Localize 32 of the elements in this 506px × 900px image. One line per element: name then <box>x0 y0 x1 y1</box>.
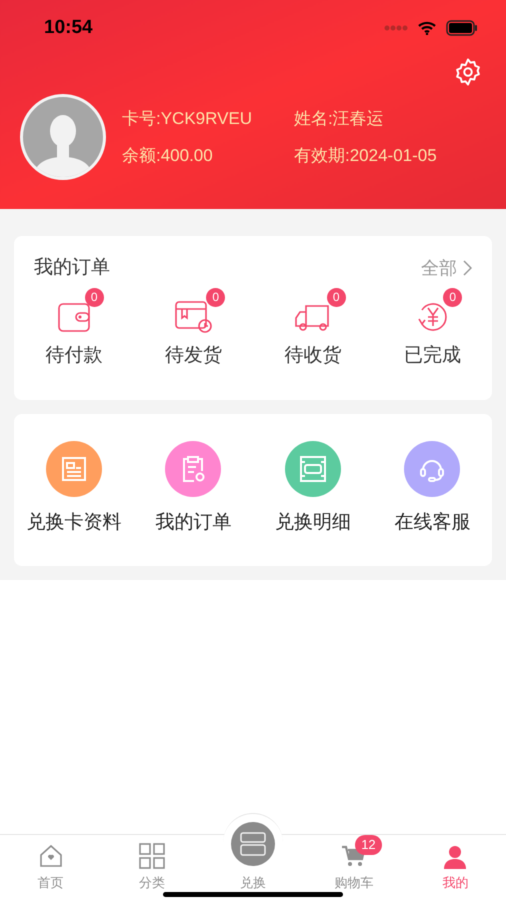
count-badge: 0 <box>326 288 346 306</box>
wifi-icon <box>418 21 436 35</box>
battery-icon <box>446 20 478 36</box>
service-button[interactable]: 在线客服 <box>372 441 492 538</box>
status-time: 10:54 <box>44 16 93 40</box>
home-icon <box>38 843 64 869</box>
count-badge: 0 <box>206 288 226 306</box>
service-button[interactable]: 我的订单 <box>134 441 253 538</box>
count-badge: 0 <box>84 288 104 306</box>
ticket-icon <box>240 832 266 856</box>
service-button[interactable]: 兑换卡资料 <box>14 441 134 538</box>
chevron-right-icon <box>463 260 472 276</box>
service-button[interactable]: 兑换明细 <box>253 441 372 538</box>
card-number: 卡号:YCK9RVEU <box>122 108 254 130</box>
balance: 余额:400.00 <box>122 145 214 167</box>
cart-count-badge: 12 <box>355 835 382 855</box>
order-status-button[interactable]: 0 已完成 <box>372 286 492 370</box>
expiry-date: 有效期:2024-01-05 <box>294 145 437 167</box>
signal-icon <box>384 25 408 31</box>
settings-icon <box>453 57 483 87</box>
user-icon <box>443 845 468 869</box>
member-name: 姓名:汪春运 <box>294 108 385 130</box>
banknote-icon <box>298 455 327 483</box>
grid-icon <box>138 843 165 869</box>
count-badge: 0 <box>443 288 462 306</box>
id-card-icon <box>60 456 87 482</box>
order-status-button[interactable]: 0 待收货 <box>253 286 372 370</box>
clipboard-icon <box>180 455 206 483</box>
tab-item[interactable]: 我的 <box>404 835 506 900</box>
orders-title: 我的订单 <box>34 256 110 280</box>
order-status-button[interactable]: 0 待付款 <box>14 286 134 370</box>
order-status-button[interactable]: 0 待发货 <box>134 286 253 370</box>
